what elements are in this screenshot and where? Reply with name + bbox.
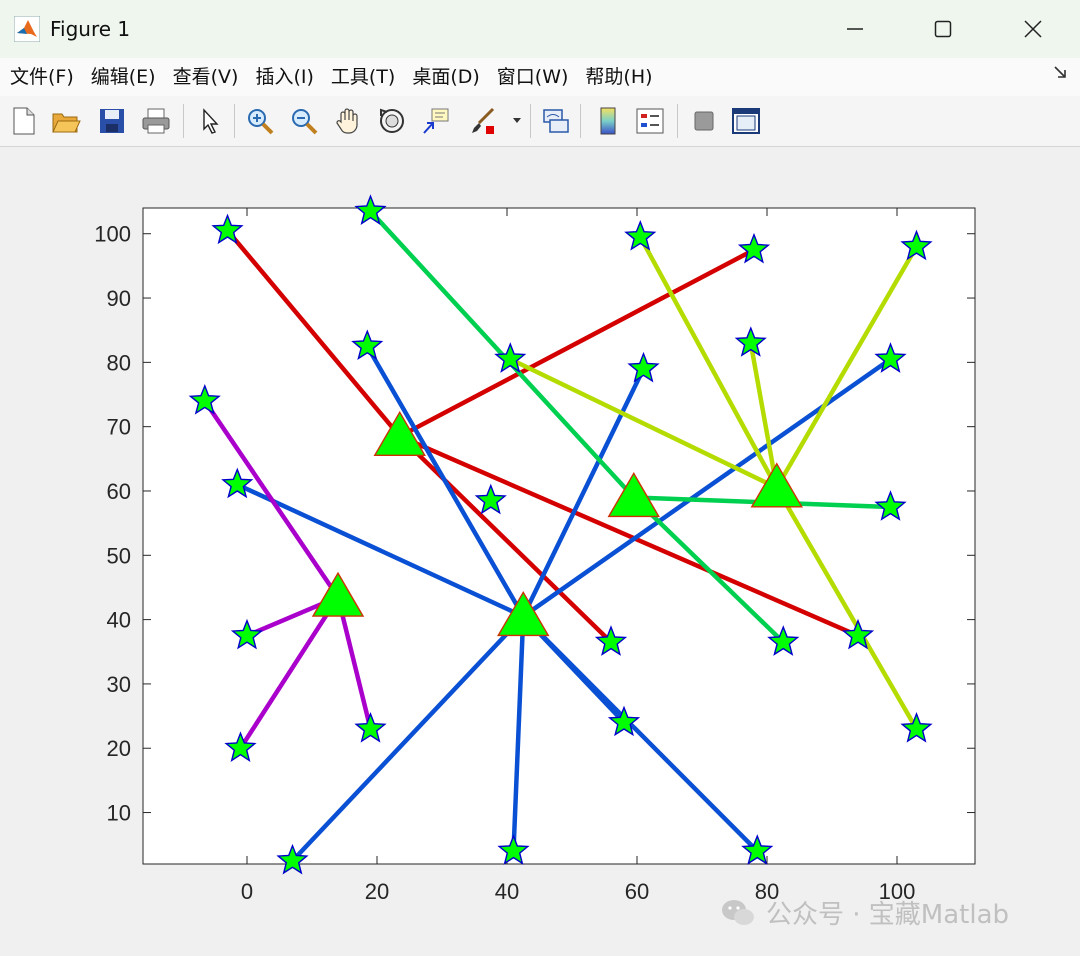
menu-window[interactable]: 窗口(W) [488, 58, 577, 96]
dock-arrow-icon[interactable] [1052, 64, 1068, 84]
colorbar-button[interactable] [592, 105, 624, 137]
wechat-icon [722, 899, 754, 925]
hide-plot-tools-icon [694, 111, 714, 131]
open-button[interactable] [50, 105, 82, 137]
y-tick-label: 10 [107, 801, 131, 826]
rotate-button[interactable] [376, 105, 408, 137]
figure-toolbar [0, 96, 1080, 147]
y-tick-label: 60 [107, 479, 131, 504]
menu-tools[interactable]: 工具(T) [322, 58, 403, 96]
colorbar-icon [600, 107, 616, 135]
zoom-in-button[interactable] [244, 105, 276, 137]
x-tick-label: 60 [625, 879, 649, 904]
pointer-icon [203, 108, 219, 134]
minimize-button[interactable] [820, 8, 890, 50]
rotate-3d-icon [380, 108, 404, 133]
show-plot-tools-icon [732, 108, 760, 134]
y-tick-label: 50 [107, 543, 131, 568]
link-plot-icon [543, 109, 569, 133]
menu-view[interactable]: 查看(V) [164, 58, 247, 96]
new-file-icon [13, 107, 35, 135]
new-file-button[interactable] [8, 105, 40, 137]
select-button[interactable] [194, 105, 226, 137]
toolbar-separator [677, 104, 678, 138]
y-tick-label: 80 [107, 350, 131, 375]
hide-plot-tools-button[interactable] [688, 105, 720, 137]
pan-hand-icon [336, 108, 358, 134]
pan-button[interactable] [332, 105, 364, 137]
chevron-down-icon [513, 118, 521, 123]
save-icon [100, 109, 124, 133]
y-tick-label: 30 [107, 672, 131, 697]
x-tick-label: 0 [241, 879, 253, 904]
menu-bar: 文件(F) 编辑(E) 查看(V) 插入(I) 工具(T) 桌面(D) 窗口(W… [0, 58, 1080, 96]
toolbar-separator [580, 104, 581, 138]
data-cursor-button[interactable] [420, 105, 452, 137]
close-button[interactable] [998, 8, 1068, 50]
zoom-in-icon [248, 109, 274, 135]
toolbar-separator [183, 104, 184, 138]
open-folder-icon [52, 113, 81, 133]
print-icon [142, 108, 170, 134]
y-tick-label: 100 [94, 222, 131, 247]
close-icon [1024, 20, 1042, 38]
figure-canvas: 0 20 40 60 80 100 10 20 30 40 50 60 70 80 90 100 [0, 147, 1080, 956]
y-tick-label: 20 [107, 736, 131, 761]
axes-box [142, 207, 976, 865]
window-title: Figure 1 [50, 17, 131, 41]
zoom-out-icon [292, 109, 318, 135]
maximize-icon [934, 20, 952, 38]
maximize-button[interactable] [908, 8, 978, 50]
legend-button[interactable] [634, 105, 666, 137]
zoom-out-button[interactable] [288, 105, 320, 137]
link-plot-button[interactable] [540, 105, 572, 137]
menu-file[interactable]: 文件(F) [0, 58, 82, 96]
legend-icon [636, 108, 664, 134]
title-bar: Figure 1 [0, 0, 1080, 58]
x-tick-label: 40 [495, 879, 519, 904]
matlab-logo-icon [14, 16, 40, 42]
watermark: 公众号 · 宝藏Matlab [720, 894, 1009, 931]
menu-help[interactable]: 帮助(H) [576, 58, 660, 96]
brush-button[interactable] [466, 105, 498, 137]
y-tick-label: 70 [107, 415, 131, 440]
data-cursor-icon [423, 108, 449, 134]
menu-insert[interactable]: 插入(I) [246, 58, 321, 96]
scatter-chart[interactable]: 0 20 40 60 80 100102030405060708090100 [0, 147, 1080, 956]
menu-desktop[interactable]: 桌面(D) [403, 58, 487, 96]
y-tick-label: 40 [107, 608, 131, 633]
watermark-text: 公众号 · 宝藏Matlab [766, 900, 1010, 930]
x-tick-label: 20 [365, 879, 389, 904]
save-button[interactable] [96, 105, 128, 137]
toolbar-separator [234, 104, 235, 138]
brush-dropdown[interactable] [508, 105, 526, 137]
print-button[interactable] [140, 105, 172, 137]
toolbar-separator [530, 104, 531, 138]
show-plot-tools-button[interactable] [730, 105, 762, 137]
menu-edit[interactable]: 编辑(E) [82, 58, 164, 96]
minimize-icon [847, 28, 863, 30]
y-tick-label: 90 [107, 286, 131, 311]
brush-icon [472, 107, 495, 134]
